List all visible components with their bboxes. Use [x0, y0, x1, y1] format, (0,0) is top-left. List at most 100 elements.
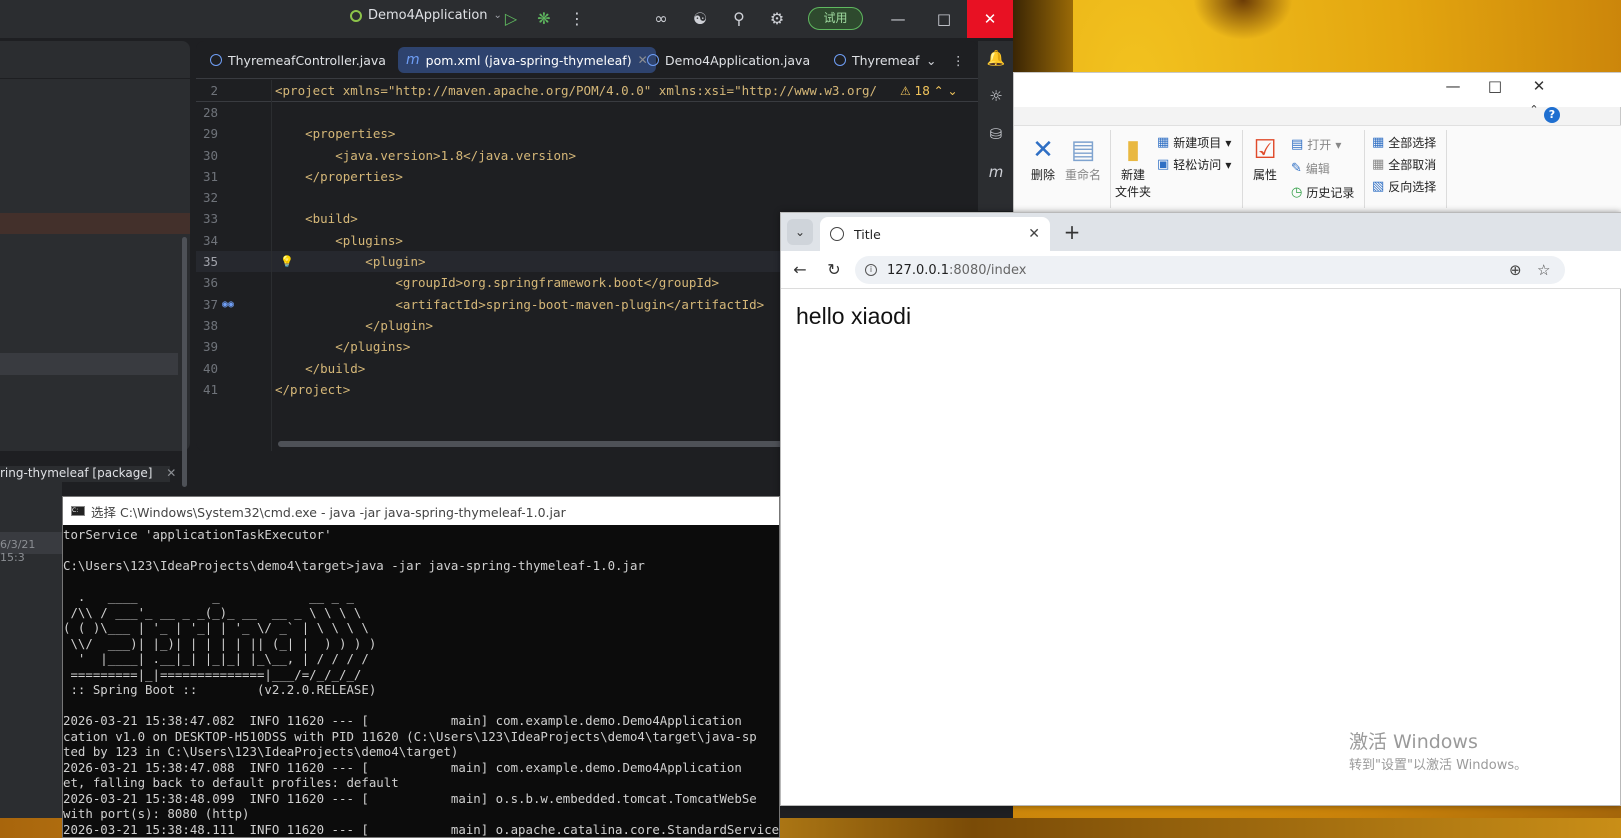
new-item-button[interactable]: ▦ 新建项目 ▾: [1157, 134, 1231, 151]
cmd-line: et, falling back to default profiles: de…: [63, 775, 399, 790]
project-panel-header: [0, 41, 190, 79]
page-body-text: hello xiaodi: [796, 303, 912, 329]
reload-icon[interactable]: ↻: [823, 259, 845, 281]
edit-icon: ✎: [1291, 161, 1302, 176]
code-line[interactable]: 30 <java.version>1.8</java.version>: [196, 145, 978, 166]
close-icon[interactable]: ✕: [1524, 77, 1554, 101]
select-all-icon: ▦: [1372, 135, 1385, 150]
address-bar[interactable]: i 127.0.0.1:8080/index ⊕ ☆: [855, 256, 1565, 284]
properties-button[interactable]: ☑ 属性: [1244, 134, 1286, 183]
select-all-button[interactable]: ▦ 全部选择: [1372, 134, 1436, 151]
tab-thyremeaf[interactable]: Thyremeaf: [826, 47, 927, 73]
browser-tab-bar: ⌄ Title ✕ +: [781, 213, 1621, 251]
tab-label: ThyremeafController.java: [228, 52, 386, 68]
rename-icon: ▤: [1070, 135, 1096, 165]
editor-horizontal-scrollbar[interactable]: [278, 441, 798, 447]
open-button[interactable]: ▤ 打开 ▾: [1291, 136, 1341, 153]
line-number: 36: [202, 275, 218, 291]
maximize-icon[interactable]: □: [1480, 77, 1510, 101]
new-folder-button[interactable]: ▮ 新建 文件夹: [1112, 134, 1154, 200]
easy-access-button[interactable]: ▣ 轻松访问 ▾: [1157, 156, 1231, 173]
ribbon-separator: [1364, 130, 1365, 208]
rename-button[interactable]: ▤ 重命名: [1062, 134, 1104, 183]
edit-button[interactable]: ✎ 编辑: [1291, 160, 1330, 177]
url-host: 127.0.0.1: [887, 262, 950, 278]
explorer-ribbon: ✕ 删除 ▤ 重命名 ▮ 新建 文件夹 ▦ 新建项目 ▾ ▣ 轻松访问 ▾ ☑ …: [1014, 125, 1621, 213]
lightbulb-icon[interactable]: 💡: [280, 251, 294, 272]
warning-count[interactable]: ⚠ 18 ⌃ ⌄: [900, 80, 958, 102]
close-icon[interactable]: ✕: [967, 0, 1013, 38]
folder-icon: ▮: [1125, 135, 1141, 165]
back-icon[interactable]: ←: [789, 259, 811, 281]
code-line[interactable]: 29 <properties>: [196, 123, 978, 144]
add-user-icon[interactable]: ☯: [690, 9, 710, 29]
cmd-line: with port(s): 8080 (http): [63, 806, 250, 821]
debug-icon[interactable]: ❋: [534, 9, 554, 29]
invert-selection-button[interactable]: ▧ 反向选择: [1372, 178, 1436, 195]
database-icon[interactable]: ⛁: [986, 125, 1006, 145]
code-text: </plugin>: [275, 317, 434, 333]
code-line[interactable]: 28: [196, 102, 978, 123]
history-button[interactable]: ◷ 历史记录: [1291, 184, 1354, 201]
help-icon[interactable]: ?: [1544, 107, 1560, 123]
code-line[interactable]: 32: [196, 187, 978, 208]
code-text: <java.version>1.8</java.version>: [275, 147, 577, 163]
delete-button[interactable]: ✕ 删除: [1022, 134, 1064, 183]
tab-label: pom.xml (java-spring-thymeleaf): [425, 52, 632, 68]
rename-label: 重命名: [1064, 168, 1101, 182]
cmd-line: cation v1.0 on DESKTOP-H510DSS with PID …: [63, 728, 757, 744]
notifications-icon[interactable]: 🔔: [986, 49, 1006, 69]
ribbon-separator: [1242, 130, 1243, 208]
tab-label: Thyremeaf: [852, 52, 920, 68]
maximize-icon[interactable]: □: [921, 0, 967, 38]
cmd-line: torService 'applicationTaskExecutor': [63, 527, 332, 542]
site-info-icon[interactable]: i: [865, 264, 877, 276]
run-config-selector[interactable]: Demo4Application ⌄: [350, 8, 502, 23]
tab-demo4-application[interactable]: Demo4Application.java: [639, 47, 818, 73]
gear-icon[interactable]: ⚙: [767, 9, 787, 29]
cmd-line: ( ( )\___ | '_ | '_| | '_ \/ _` | \ \ \ …: [63, 620, 369, 635]
line-number: 34: [202, 232, 218, 248]
close-tab-icon[interactable]: ✕: [166, 466, 176, 480]
new-item-label: 新建项目: [1173, 136, 1222, 150]
minimize-icon[interactable]: —: [1438, 77, 1468, 101]
cmd-icon: C:: [71, 506, 85, 516]
line-number: 38: [202, 317, 218, 333]
cmd-line: [63, 543, 779, 559]
tab-list-chevron-icon[interactable]: ⌄: [787, 219, 813, 245]
invert-selection-icon: ▧: [1372, 179, 1385, 194]
browser-tab[interactable]: Title ✕: [820, 217, 1050, 251]
close-tab-icon[interactable]: ✕: [1028, 226, 1040, 242]
maven-gutter-icon[interactable]: ◉◉: [222, 294, 234, 315]
project-scrollbar[interactable]: [182, 237, 187, 487]
zoom-icon[interactable]: ⊕: [1509, 261, 1522, 279]
more-icon[interactable]: ⋮: [567, 9, 587, 29]
tab-thyremeaf-controller[interactable]: ThyremeafController.java: [202, 47, 394, 73]
maven-icon[interactable]: m: [986, 163, 1006, 183]
explorer-titlebar: — □ ✕: [1014, 73, 1621, 107]
globe-icon: [830, 227, 844, 241]
tab-pom-xml[interactable]: m pom.xml (java-spring-thymeleaf) ✕: [398, 47, 656, 73]
select-none-button[interactable]: ▦ 全部取消: [1372, 156, 1436, 173]
easy-access-label: 轻松访问: [1173, 158, 1222, 172]
cmd-output[interactable]: torService 'applicationTaskExecutor' C:\U…: [63, 527, 779, 837]
search-icon[interactable]: ⚲: [729, 9, 749, 29]
run-icon[interactable]: ▷: [501, 9, 521, 29]
more-icon[interactable]: ⋮: [944, 47, 973, 73]
activate-windows-watermark: 激活 Windows: [1349, 731, 1478, 753]
browser-tab-title: Title: [854, 226, 881, 242]
cmd-line: ted by 123 in C:\Users\123\IdeaProjects\…: [63, 744, 459, 759]
trial-button[interactable]: 试用: [808, 7, 863, 30]
tab-list-chevron-icon[interactable]: ⌄: [918, 47, 944, 73]
new-tab-icon[interactable]: +: [1059, 219, 1085, 245]
project-tree-highlight-row[interactable]: [0, 353, 178, 375]
project-tree-selected-row[interactable]: [0, 213, 190, 234]
cmd-line: \\/ ___)| |_)| | | | | || (_| | ) ) ) ): [63, 635, 377, 651]
ai-chat-icon[interactable]: ☼: [986, 87, 1006, 107]
bookmark-star-icon[interactable]: ☆: [1537, 261, 1550, 279]
minimize-icon[interactable]: —: [875, 0, 921, 38]
code-line[interactable]: 31 </properties>: [196, 166, 978, 187]
url-text: 127.0.0.1:8080/index: [887, 263, 1026, 278]
ai-assistant-icon[interactable]: ∞: [651, 9, 671, 29]
run-tab[interactable]: ring-thymeleaf [package] ✕: [0, 466, 176, 482]
